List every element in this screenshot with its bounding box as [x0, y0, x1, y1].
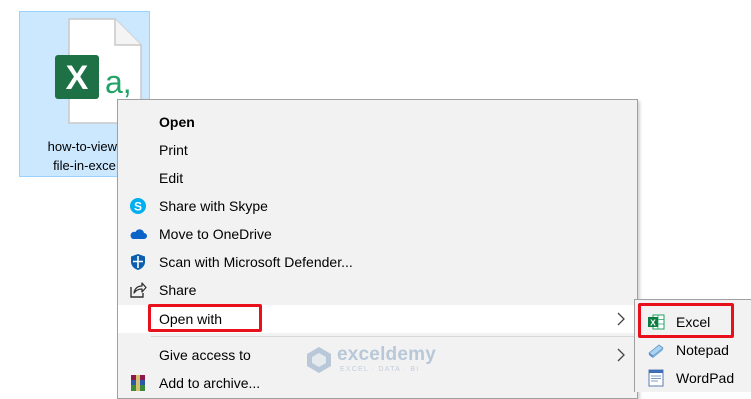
menu-item-move-onedrive[interactable]: Move to OneDrive	[118, 220, 637, 248]
menu-item-label: Share	[159, 282, 197, 298]
chevron-right-icon	[617, 312, 625, 326]
notepad-icon	[648, 344, 664, 358]
svg-text:S: S	[134, 200, 142, 214]
menu-item-share-skype[interactable]: S Share with Skype	[118, 192, 637, 220]
menu-item-edit[interactable]: Edit	[118, 164, 637, 192]
excel-highlight	[638, 303, 734, 338]
menu-separator	[151, 336, 637, 337]
menu-item-give-access[interactable]: Give access to	[118, 341, 637, 369]
open-with-highlight	[148, 304, 262, 332]
menu-item-scan-defender[interactable]: Scan with Microsoft Defender...	[118, 248, 637, 276]
winrar-icon	[131, 375, 145, 391]
menu-item-label: Open	[159, 114, 195, 130]
menu-item-add-to-archive[interactable]: Add to archive...	[118, 369, 637, 397]
skype-icon: S	[130, 198, 146, 214]
file-badge-text: a,	[105, 64, 132, 100]
menu-item-label: Give access to	[159, 347, 251, 363]
menu-item-print[interactable]: Print	[118, 136, 637, 164]
defender-shield-icon	[131, 254, 145, 270]
menu-item-label: Edit	[159, 170, 184, 186]
submenu-item-wordpad[interactable]: WordPad	[635, 364, 751, 392]
chevron-right-icon	[617, 348, 625, 362]
menu-item-label: Add to archive...	[159, 375, 261, 391]
menu-item-label: Scan with Microsoft Defender...	[159, 254, 353, 270]
menu-item-label: Share with Skype	[159, 198, 268, 214]
onedrive-icon	[130, 229, 147, 239]
menu-item-label: Print	[159, 142, 188, 158]
file-badge-letter: X	[66, 59, 89, 97]
menu-item-open[interactable]: Open	[118, 108, 637, 136]
submenu-item-label: WordPad	[676, 370, 735, 386]
context-menu: Open Print Edit S Share with Skype Move …	[117, 99, 638, 399]
wordpad-icon	[648, 369, 664, 387]
menu-item-label: Move to OneDrive	[159, 226, 272, 242]
submenu-item-notepad[interactable]: Notepad	[635, 336, 751, 364]
menu-item-share[interactable]: Share	[118, 276, 637, 304]
share-icon	[130, 282, 147, 298]
submenu-item-label: Notepad	[676, 342, 729, 358]
